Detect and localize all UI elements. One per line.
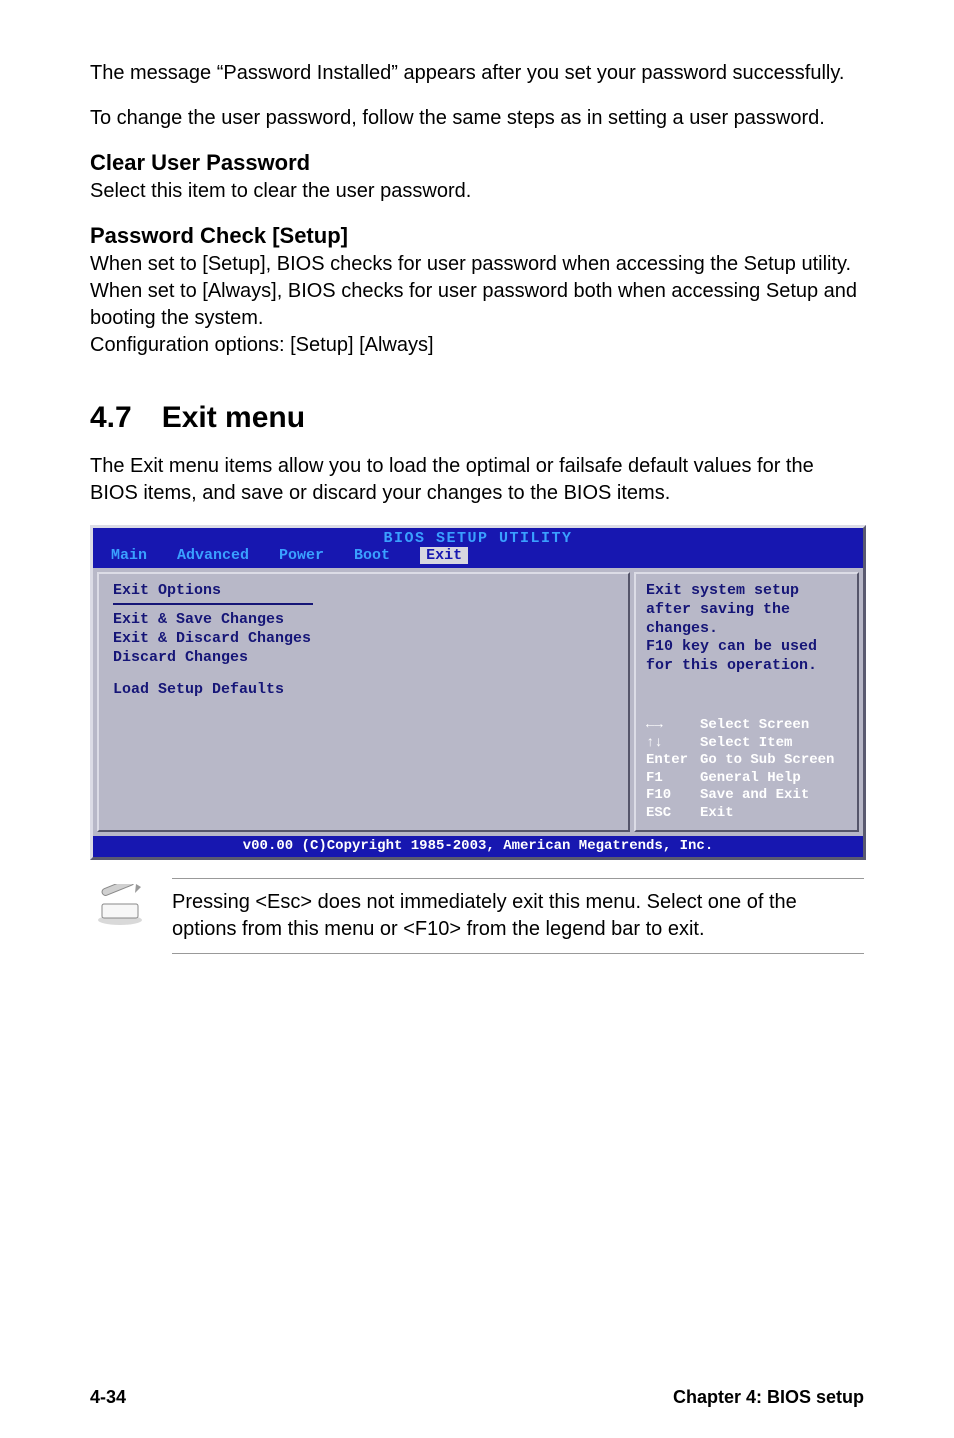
bios-legend-select-screen: ←→ Select Screen (646, 717, 849, 735)
bios-body: Exit Options Exit & Save Changes Exit & … (93, 568, 863, 836)
bios-help-text: Exit system setup after saving the chang… (646, 582, 849, 676)
bios-tab-bar: Main Advanced Power Boot Exit (93, 547, 863, 568)
password-check-body-1: When set to [Setup], BIOS checks for use… (90, 251, 864, 332)
bios-tab-exit[interactable]: Exit (420, 547, 468, 564)
bios-legend-key-arrows-lr: ←→ (646, 717, 692, 735)
note-text: Pressing <Esc> does not immediately exit… (172, 878, 864, 954)
bios-footer: v00.00 (C)Copyright 1985-2003, American … (93, 836, 863, 857)
chapter-label: Chapter 4: BIOS setup (673, 1387, 864, 1408)
bios-tab-advanced[interactable]: Advanced (177, 547, 249, 564)
bios-divider (113, 603, 313, 605)
bios-tab-boot[interactable]: Boot (354, 547, 390, 564)
bios-legend-select-item: ↑↓ Select Item (646, 735, 849, 753)
bios-legend-key-esc: ESC (646, 805, 692, 823)
exit-menu-body: The Exit menu items allow you to load th… (90, 453, 864, 507)
bios-screenshot: BIOS SETUP UTILITY Main Advanced Power B… (90, 525, 866, 860)
page: The message “Password Installed” appears… (0, 0, 954, 1438)
bios-legend-key-enter: Enter (646, 752, 692, 770)
bios-legend-label-general-help: General Help (700, 770, 801, 788)
bios-legend-label-select-screen: Select Screen (700, 717, 809, 735)
bios-legend-general-help: F1 General Help (646, 770, 849, 788)
bios-legend-label-select-item: Select Item (700, 735, 792, 753)
pencil-paper-icon (96, 884, 144, 926)
bios-exit-save-changes[interactable]: Exit & Save Changes (113, 611, 614, 630)
note-icon (90, 878, 150, 926)
bios-right-pane: Exit system setup after saving the chang… (634, 572, 859, 832)
intro-paragraph-2: To change the user password, follow the … (90, 105, 864, 132)
bios-legend: ←→ Select Screen ↑↓ Select Item Enter Go… (646, 717, 849, 822)
heading-exit-menu: 4.7 Exit menu (90, 401, 864, 435)
bios-title: BIOS SETUP UTILITY (93, 528, 863, 547)
bios-header: BIOS SETUP UTILITY Main Advanced Power B… (93, 528, 863, 568)
bios-exit-discard-changes[interactable]: Exit & Discard Changes (113, 630, 614, 649)
bios-legend-label-sub-screen: Go to Sub Screen (700, 752, 834, 770)
bios-legend-save-exit: F10 Save and Exit (646, 787, 849, 805)
bios-legend-exit: ESC Exit (646, 805, 849, 823)
bios-legend-key-arrows-ud: ↑↓ (646, 735, 692, 753)
clear-user-password-body: Select this item to clear the user passw… (90, 178, 864, 205)
bios-discard-changes[interactable]: Discard Changes (113, 649, 614, 668)
bios-load-setup-defaults[interactable]: Load Setup Defaults (113, 681, 614, 700)
bios-legend-label-save-exit: Save and Exit (700, 787, 809, 805)
bios-exit-options-title: Exit Options (113, 582, 614, 599)
heading-password-check: Password Check [Setup] (90, 223, 864, 249)
bios-left-pane: Exit Options Exit & Save Changes Exit & … (97, 572, 630, 832)
bios-legend-key-f10: F10 (646, 787, 692, 805)
intro-paragraph-1: The message “Password Installed” appears… (90, 60, 864, 87)
bios-tab-power[interactable]: Power (279, 547, 324, 564)
bios-legend-sub-screen: Enter Go to Sub Screen (646, 752, 849, 770)
heading-clear-user-password: Clear User Password (90, 150, 864, 176)
bios-legend-label-exit: Exit (700, 805, 734, 823)
page-footer: 4-34 Chapter 4: BIOS setup (90, 1387, 864, 1408)
bios-legend-key-f1: F1 (646, 770, 692, 788)
password-check-body-2: Configuration options: [Setup] [Always] (90, 332, 864, 359)
bios-tab-main[interactable]: Main (111, 547, 147, 564)
note-block: Pressing <Esc> does not immediately exit… (90, 878, 864, 954)
page-number: 4-34 (90, 1387, 126, 1408)
